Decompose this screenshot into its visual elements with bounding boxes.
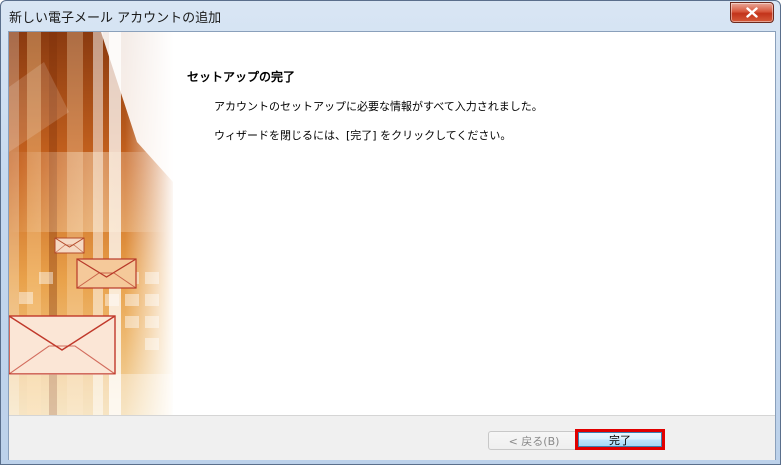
info-text: アカウントのセットアップに必要な情報がすべて入力されました。 [214, 100, 543, 113]
close-icon [746, 7, 758, 18]
page-heading: セットアップの完了 [187, 70, 296, 84]
finish-button[interactable]: 完了 [578, 432, 662, 447]
window-title: 新しい電子メール アカウントの追加 [9, 11, 222, 26]
instruction-text: ウィザードを閉じるには、[完了] をクリックしてください。 [214, 129, 512, 142]
envelope-icon [9, 315, 116, 375]
wizard-client-area: セットアップの完了 アカウントのセットアップに必要な情報がすべて入力されました。… [8, 31, 776, 460]
envelope-icon [54, 237, 85, 254]
wizard-content: セットアップの完了 アカウントのセットアップに必要な情報がすべて入力されました。… [173, 32, 775, 415]
title-bar[interactable]: 新しい電子メール アカウントの追加 [1, 1, 780, 31]
finish-button-highlight[interactable]: 完了 [575, 429, 665, 450]
back-button[interactable]: < 戻る(B) [488, 431, 580, 450]
wizard-window: 新しい電子メール アカウントの追加 セットアップの完了 アカウントのセットアップ… [0, 0, 781, 465]
wizard-banner-image [9, 32, 173, 415]
envelope-banner-art [9, 32, 173, 415]
wizard-footer: < 戻る(B) 完了 [9, 415, 775, 460]
envelope-icon [76, 258, 137, 289]
close-button[interactable] [730, 2, 774, 23]
